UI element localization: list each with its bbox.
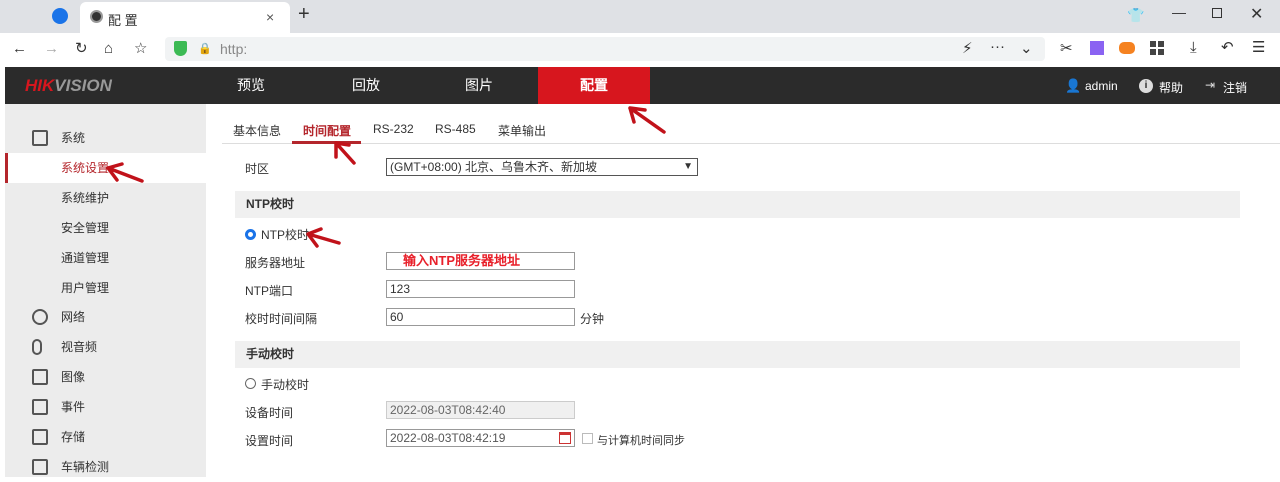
arrow-to-system-settings-icon	[106, 162, 144, 183]
annotation-arrows	[106, 106, 666, 248]
arrow-to-time-tab-icon	[334, 141, 356, 165]
arrow-to-ntp-radio-icon	[306, 227, 341, 248]
arrow-to-config-icon	[628, 106, 666, 134]
